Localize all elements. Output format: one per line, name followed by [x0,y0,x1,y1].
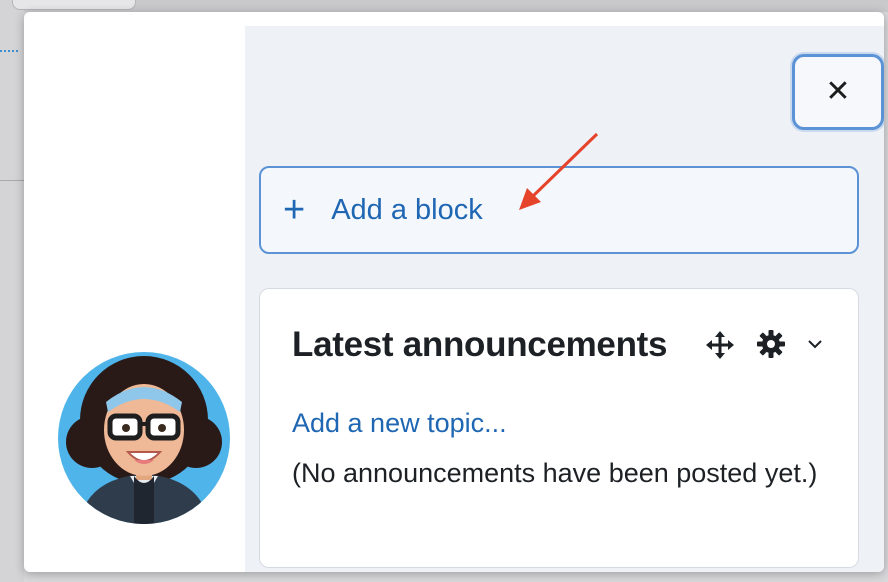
plus-icon: + [283,189,306,231]
gear-icon[interactable] [756,329,786,359]
avatar [58,352,230,524]
chevron-down-icon[interactable] [806,337,824,351]
annotation-arrow [519,132,599,210]
move-icon[interactable] [704,329,736,361]
latest-announcements-block: Latest announcements Add a new topic... … [259,288,859,568]
block-title: Latest announcements [292,325,668,364]
background-page-left [0,0,24,582]
background-divider [0,50,18,52]
background-tab [12,0,136,10]
empty-announcements-message: (No announcements have been posted yet.) [292,458,818,488]
screenshot-card: ✕ + Add a block Latest announcements Add… [24,12,884,572]
close-drawer-button[interactable]: ✕ [792,54,884,130]
add-block-label: Add a block [331,193,483,226]
close-icon: ✕ [825,75,851,108]
block-drawer: ✕ + Add a block Latest announcements Add… [245,26,884,572]
add-new-topic-link[interactable]: Add a new topic... [292,408,507,439]
background-divider-line [0,180,24,181]
